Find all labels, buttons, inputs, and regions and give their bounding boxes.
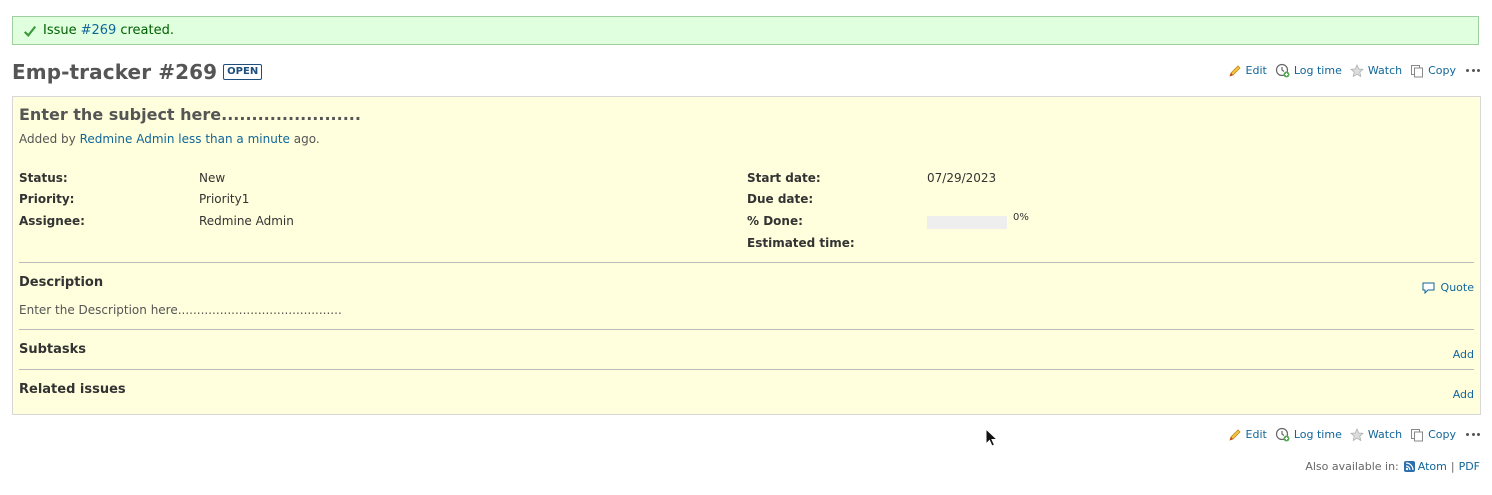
feed-icon: [1403, 461, 1415, 472]
also-available-label: Also available in:: [1305, 460, 1399, 473]
page-title: Emp-tracker #269: [12, 60, 218, 84]
mouse-cursor-icon: [985, 428, 999, 447]
atom-link[interactable]: Atom: [1418, 460, 1447, 473]
related-issues-title: Related issues: [19, 382, 126, 397]
watch-button[interactable]: Watch: [1349, 63, 1402, 78]
start-date-value: 07/29/2023: [927, 171, 997, 185]
clock-add-icon: [1275, 427, 1290, 442]
subtasks-title: Subtasks: [19, 342, 87, 357]
more-actions-icon[interactable]: [1466, 433, 1480, 436]
star-icon: [1349, 427, 1364, 441]
divider: [19, 369, 1474, 370]
progress-bar: [927, 216, 1007, 229]
created-age-link[interactable]: less than a minute: [178, 132, 290, 146]
log-time-button[interactable]: Log time: [1275, 427, 1342, 442]
watch-button[interactable]: Watch: [1349, 427, 1402, 442]
status-badge: OPEN: [223, 64, 263, 80]
priority-value: Priority1: [199, 192, 250, 206]
copy-icon: [1411, 64, 1424, 77]
pdf-link[interactable]: PDF: [1459, 460, 1480, 473]
edit-button[interactable]: Edit: [1228, 64, 1267, 78]
log-time-button[interactable]: Log time: [1275, 63, 1342, 78]
contextual-actions-bottom: Edit Log time Watch Copy: [1220, 427, 1480, 442]
pencil-icon: [1228, 428, 1241, 441]
contextual-actions-top: Edit Log time Watch Copy: [1220, 63, 1480, 78]
issue-author-line: Added by Redmine Admin less than a minut…: [19, 132, 320, 146]
issue-header: Emp-tracker #269 OPEN: [12, 60, 263, 84]
divider: [19, 262, 1474, 263]
done-ratio-value: 0%: [1013, 212, 1029, 223]
status-value: New: [199, 171, 226, 185]
add-subtask-button[interactable]: Add: [1453, 348, 1474, 361]
other-formats: Also available in: Atom | PDF: [1305, 460, 1480, 473]
divider: [19, 329, 1474, 330]
copy-button[interactable]: Copy: [1410, 64, 1456, 78]
comment-icon: [1422, 282, 1435, 294]
flash-notice: Issue #269 created.: [12, 16, 1479, 45]
issue-details: Enter the subject here..................…: [12, 96, 1481, 415]
star-icon: [1349, 63, 1364, 77]
quote-button[interactable]: Quote: [1422, 281, 1474, 294]
more-actions-icon[interactable]: [1466, 69, 1480, 72]
edit-button[interactable]: Edit: [1228, 428, 1267, 442]
flash-suffix: created.: [120, 23, 174, 38]
pencil-icon: [1228, 64, 1241, 77]
copy-button[interactable]: Copy: [1410, 428, 1456, 442]
issue-subject: Enter the subject here..................…: [19, 105, 361, 124]
assignee-link[interactable]: Redmine Admin: [199, 214, 294, 228]
copy-icon: [1411, 428, 1424, 441]
clock-add-icon: [1275, 63, 1290, 78]
description-title: Description: [19, 275, 104, 290]
description-text: Enter the Description here..............…: [19, 303, 342, 317]
separator: |: [1450, 460, 1455, 473]
flash-prefix: Issue: [43, 23, 77, 38]
add-related-issue-button[interactable]: Add: [1453, 388, 1474, 401]
author-link[interactable]: Redmine Admin: [80, 132, 175, 146]
checkmark-icon: [23, 25, 37, 37]
flash-issue-link[interactable]: #269: [81, 23, 117, 38]
